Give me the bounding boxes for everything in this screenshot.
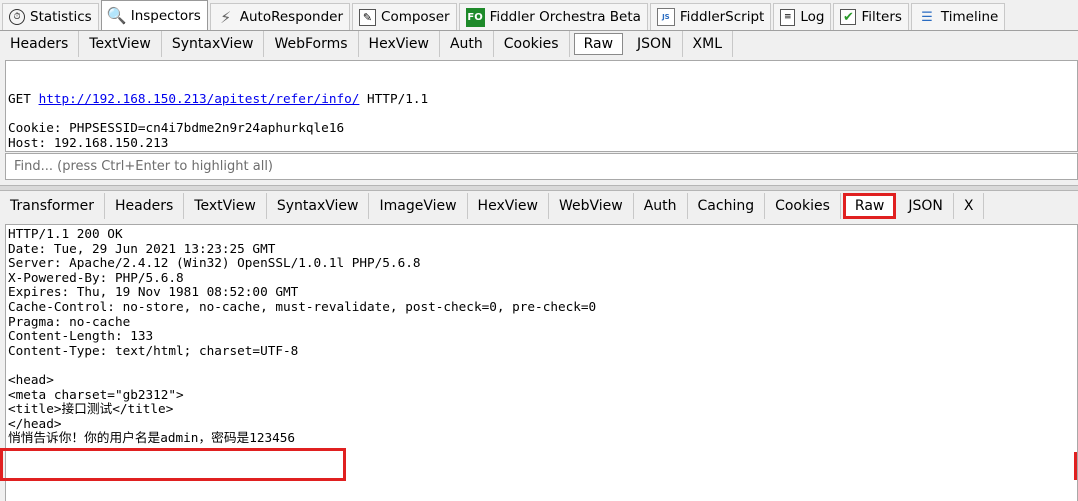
main-tab-label: Log: [800, 9, 825, 25]
inspector-main-tabs: ⏱ Statistics 🔍 Inspectors ⚡ AutoResponder ✎ Com…: [0, 0, 1078, 31]
main-tab-composer[interactable]: ✎ Composer: [352, 3, 457, 30]
request-protocol: HTTP/1.1: [367, 91, 429, 107]
response-tab-caching[interactable]: Caching: [688, 193, 766, 219]
response-line: Pragma: no-cache: [8, 313, 131, 329]
response-line: Date: Tue, 29 Jun 2021 13:23:25 GMT: [8, 240, 276, 256]
response-line: Expires: Thu, 19 Nov 1981 08:52:00 GMT: [8, 284, 299, 300]
response-tab-transformer[interactable]: Transformer: [0, 193, 106, 219]
response-subtabs: Transformer Headers TextView SyntaxView Imag…: [0, 193, 1078, 219]
main-tab-statistics[interactable]: ⏱ Statistics: [2, 3, 99, 30]
find-placeholder: Find... (press Ctrl+Enter to highlight a…: [14, 159, 274, 174]
main-tab-label: Filters: [861, 9, 902, 25]
pencil-icon: ✎: [359, 8, 377, 26]
request-tab-hexview[interactable]: HexView: [359, 31, 440, 57]
response-line: [8, 358, 1075, 373]
main-tab-label: AutoResponder: [239, 9, 344, 25]
request-tab-xml[interactable]: XML: [683, 31, 734, 57]
request-line: GET http://192.168.150.213/apitest/refer…: [8, 91, 1075, 107]
response-line: Content-Type: text/html; charset=UTF-8: [8, 342, 299, 358]
main-tab-fiddler-orchestra-beta[interactable]: FO Fiddler Orchestra Beta: [458, 3, 648, 30]
pane-splitter[interactable]: [0, 185, 1078, 191]
request-tab-json[interactable]: JSON: [627, 31, 683, 57]
response-tab-syntaxview[interactable]: SyntaxView: [267, 193, 370, 219]
response-line: Server: Apache/2.4.12 (Win32) OpenSSL/1.…: [8, 255, 421, 271]
main-tab-log[interactable]: ≡ Log: [773, 3, 832, 30]
request-tab-syntaxview[interactable]: SyntaxView: [162, 31, 265, 57]
response-line: HTTP/1.1 200 OK: [8, 226, 123, 241]
response-tab-textview[interactable]: TextView: [184, 193, 267, 219]
response-tab-x[interactable]: X: [954, 193, 985, 219]
log-icon: ≡: [780, 8, 796, 26]
response-line: X-Powered-By: PHP/5.6.8: [8, 269, 184, 285]
response-line: </head>: [8, 415, 62, 431]
main-tab-timeline[interactable]: ☰ Timeline: [910, 3, 1006, 30]
main-tab-label: Statistics: [30, 9, 92, 25]
response-tab-webview[interactable]: WebView: [549, 193, 634, 219]
response-line: <title>接口测试</title>: [8, 401, 174, 417]
main-tab-label: Inspectors: [130, 7, 201, 24]
main-tab-label: FiddlerScript: [679, 9, 765, 25]
response-tab-json[interactable]: JSON: [898, 193, 954, 219]
checkbox-icon: ✔: [840, 9, 857, 25]
response-tab-imageview[interactable]: ImageView: [369, 193, 468, 219]
response-line: <head>: [8, 371, 54, 387]
request-subtabs: Headers TextView SyntaxView WebForms HexView…: [0, 31, 1078, 57]
response-tab-raw[interactable]: Raw: [842, 193, 897, 219]
response-line: Content-Length: 133: [8, 328, 154, 344]
request-method: GET: [8, 91, 31, 107]
request-tab-cookies[interactable]: Cookies: [494, 31, 570, 57]
response-body-secret-line: 悄悄告诉你！你的用户名是admin，密码是123456: [8, 430, 296, 446]
script-icon: JS: [656, 8, 675, 26]
response-line: Cache-Control: no-store, no-cache, must-…: [8, 298, 597, 314]
response-tab-cookies[interactable]: Cookies: [765, 193, 841, 219]
fo-logo-icon: FO: [465, 7, 485, 27]
request-tab-raw[interactable]: Raw: [573, 33, 624, 55]
request-header-line: Cookie: PHPSESSID=cn4i7bdme2n9r24aphurkq…: [8, 120, 345, 136]
response-raw-view[interactable]: HTTP/1.1 200 OK Date: Tue, 29 Jun 2021 13…: [5, 224, 1078, 501]
main-tab-label: Composer: [381, 9, 450, 25]
main-tab-filters[interactable]: ✔ Filters: [833, 3, 909, 30]
main-tab-inspectors[interactable]: 🔍 Inspectors: [100, 0, 208, 30]
main-tab-fiddlerscript[interactable]: JS FiddlerScript: [649, 3, 772, 30]
response-tab-headers[interactable]: Headers: [105, 193, 185, 219]
lightning-icon: ⚡: [220, 7, 232, 27]
response-line: <meta charset="gb2312">: [8, 386, 184, 402]
response-tab-hexview[interactable]: HexView: [468, 193, 549, 219]
request-header-line: Host: 192.168.150.213: [8, 134, 169, 150]
main-tab-label: Timeline: [940, 9, 999, 25]
request-tab-auth[interactable]: Auth: [440, 31, 494, 57]
main-tab-label: Fiddler Orchestra Beta: [489, 9, 641, 25]
response-tab-auth[interactable]: Auth: [634, 193, 688, 219]
highlight-edge-mark: [1074, 452, 1077, 480]
request-tab-textview[interactable]: TextView: [79, 31, 162, 57]
find-input[interactable]: Find... (press Ctrl+Enter to highlight a…: [5, 153, 1078, 180]
request-raw-view[interactable]: GET http://192.168.150.213/apitest/refer…: [5, 60, 1078, 152]
request-tab-headers[interactable]: Headers: [0, 31, 80, 57]
request-url-link[interactable]: http://192.168.150.213/apitest/refer/inf…: [39, 91, 360, 106]
request-tab-webforms[interactable]: WebForms: [264, 31, 359, 57]
magnifier-icon: 🔍: [106, 6, 127, 25]
timeline-icon: ☰: [921, 9, 933, 25]
main-tab-autoresponder[interactable]: ⚡ AutoResponder: [209, 3, 351, 30]
stopwatch-icon: ⏱: [9, 9, 25, 25]
